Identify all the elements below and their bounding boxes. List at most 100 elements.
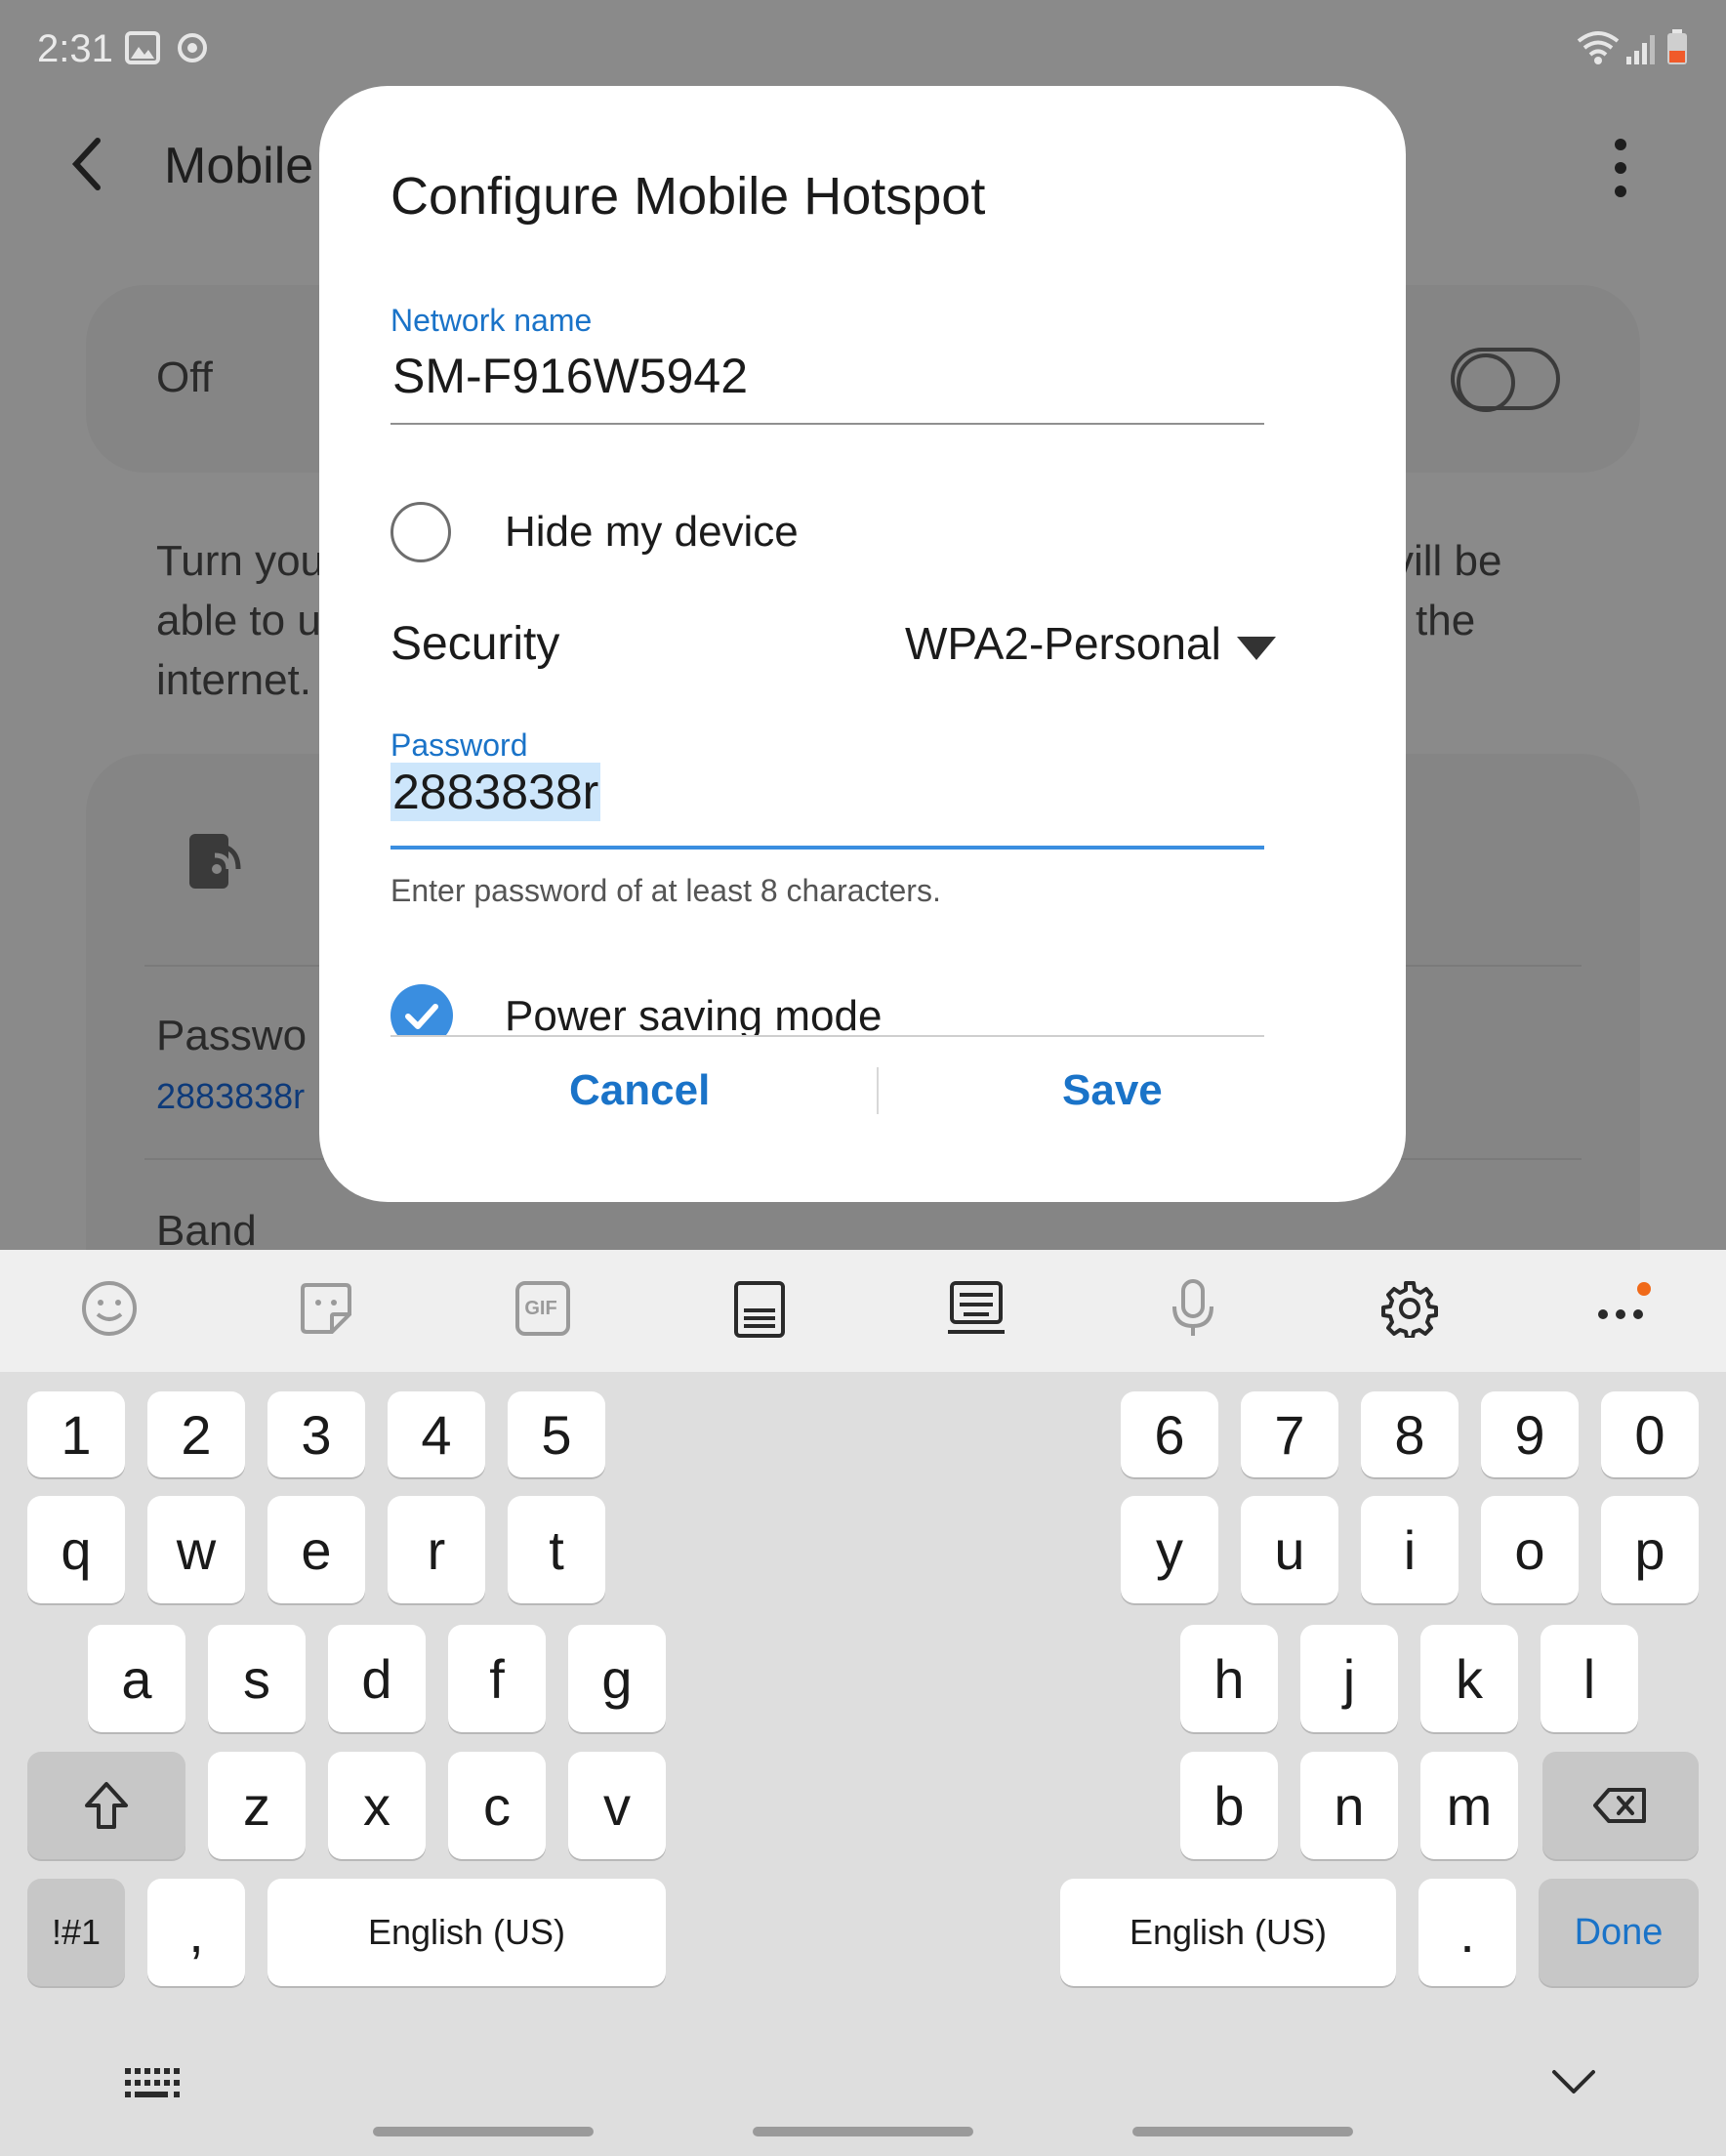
security-value: WPA2-Personal	[905, 618, 1221, 669]
wifi-icon	[1576, 29, 1621, 75]
key-z[interactable]: z	[208, 1752, 306, 1859]
nav-back-pill[interactable]	[1132, 2127, 1353, 2136]
status-time: 2:31	[37, 27, 113, 70]
configure-hotspot-dialog: Configure Mobile Hotspot Network name SM…	[319, 86, 1406, 1202]
key-i[interactable]: i	[1361, 1496, 1459, 1603]
key-n[interactable]: n	[1300, 1752, 1398, 1859]
key-a[interactable]: a	[88, 1625, 185, 1732]
settings-icon[interactable]	[1378, 1279, 1441, 1342]
description-line-2: able to u	[156, 597, 321, 644]
sticker-icon[interactable]	[295, 1279, 357, 1342]
dialog-title: Configure Mobile Hotspot	[390, 167, 986, 226]
description-right-2: the	[1416, 597, 1476, 644]
key-q[interactable]: q	[27, 1496, 125, 1603]
gif-label: GIF	[524, 1298, 557, 1319]
cancel-button[interactable]: Cancel	[569, 1066, 710, 1115]
password-underline	[390, 846, 1264, 850]
keyboard-toolbar: GIF	[0, 1250, 1726, 1372]
shift-key[interactable]	[27, 1752, 185, 1859]
key-x[interactable]: x	[328, 1752, 426, 1859]
keyboard-icon[interactable]	[945, 1279, 1007, 1342]
key-1[interactable]: 1	[27, 1391, 125, 1477]
key-p[interactable]: p	[1601, 1496, 1699, 1603]
security-label: Security	[390, 618, 560, 670]
hide-keyboard-icon[interactable]	[1550, 2068, 1597, 2102]
more-icon[interactable]	[1591, 1279, 1654, 1342]
scroll-fade	[319, 1035, 1406, 1123]
period-key[interactable]: .	[1418, 1879, 1516, 1986]
dropdown-arrow-icon	[1237, 637, 1276, 660]
key-9[interactable]: 9	[1481, 1391, 1579, 1477]
connected-device-icon	[185, 826, 246, 895]
key-e[interactable]: e	[267, 1496, 365, 1603]
key-h[interactable]: h	[1180, 1625, 1278, 1732]
symbols-key[interactable]: !#1	[27, 1879, 125, 1986]
description-line-3: internet.	[156, 656, 311, 704]
key-r[interactable]: r	[388, 1496, 485, 1603]
keyboard-layout-icon[interactable]	[123, 2066, 180, 2108]
backspace-icon	[1593, 1788, 1646, 1823]
keypad-icon[interactable]	[728, 1279, 791, 1342]
key-v[interactable]: v	[568, 1752, 666, 1859]
key-6[interactable]: 6	[1121, 1391, 1218, 1477]
key-u[interactable]: u	[1241, 1496, 1338, 1603]
done-key[interactable]: Done	[1539, 1879, 1699, 1986]
shift-icon	[85, 1782, 128, 1829]
key-c[interactable]: c	[448, 1752, 546, 1859]
key-8[interactable]: 8	[1361, 1391, 1459, 1477]
space-key-left[interactable]: English (US)	[267, 1879, 666, 1986]
key-s[interactable]: s	[208, 1625, 306, 1732]
nav-home-pill[interactable]	[753, 2127, 973, 2136]
page-title: Mobile	[164, 138, 314, 194]
emoji-icon[interactable]	[78, 1279, 141, 1342]
key-o[interactable]: o	[1481, 1496, 1579, 1603]
network-name-input[interactable]: SM-F916W5942	[392, 348, 1261, 404]
battery-icon	[1665, 29, 1689, 75]
key-2[interactable]: 2	[147, 1391, 245, 1477]
hotspot-toggle-switch[interactable]	[1451, 348, 1560, 412]
key-5[interactable]: 5	[508, 1391, 605, 1477]
key-w[interactable]: w	[147, 1496, 245, 1603]
password-label: Password	[390, 727, 528, 763]
sync-notification-icon	[176, 31, 209, 73]
gif-icon[interactable]: GIF	[512, 1279, 574, 1342]
more-options-icon[interactable]	[1613, 137, 1628, 204]
signal-icon	[1626, 33, 1656, 73]
key-g[interactable]: g	[568, 1625, 666, 1732]
comma-key[interactable]: ,	[147, 1879, 245, 1986]
key-b[interactable]: b	[1180, 1752, 1278, 1859]
backspace-key[interactable]	[1542, 1752, 1699, 1859]
bg-password-value: 2883838r	[156, 1076, 306, 1116]
key-l[interactable]: l	[1541, 1625, 1638, 1732]
space-key-right[interactable]: English (US)	[1060, 1879, 1396, 1986]
power-saving-row[interactable]: Power saving mode	[319, 965, 1406, 1123]
description-line-1: Turn you	[156, 537, 325, 585]
security-dropdown[interactable]: WPA2-Personal	[905, 613, 1276, 682]
bg-band-label: Band	[156, 1207, 257, 1255]
key-t[interactable]: t	[508, 1496, 605, 1603]
hide-device-label[interactable]: Hide my device	[505, 508, 799, 557]
bg-password-label: Passwo	[156, 1012, 308, 1059]
button-separator	[877, 1067, 879, 1114]
key-f[interactable]: f	[448, 1625, 546, 1732]
key-j[interactable]: j	[1300, 1625, 1398, 1732]
key-d[interactable]: d	[328, 1625, 426, 1732]
hide-device-radio[interactable]	[390, 502, 451, 562]
key-3[interactable]: 3	[267, 1391, 365, 1477]
hotspot-state-label: Off	[156, 353, 213, 401]
password-input[interactable]: 2883838r	[390, 763, 1264, 834]
save-button[interactable]: Save	[1062, 1066, 1163, 1115]
key-m[interactable]: m	[1420, 1752, 1518, 1859]
microphone-icon[interactable]	[1162, 1279, 1224, 1342]
key-y[interactable]: y	[1121, 1496, 1218, 1603]
status-bar: 2:31	[0, 0, 1726, 98]
password-hint: Enter password of at least 8 characters.	[390, 873, 941, 908]
key-k[interactable]: k	[1420, 1625, 1518, 1732]
key-0[interactable]: 0	[1601, 1391, 1699, 1477]
back-arrow-icon[interactable]	[68, 135, 103, 207]
key-7[interactable]: 7	[1241, 1391, 1338, 1477]
network-name-label: Network name	[390, 303, 593, 338]
content-divider	[390, 1035, 1264, 1037]
nav-recents-pill[interactable]	[373, 2127, 594, 2136]
key-4[interactable]: 4	[388, 1391, 485, 1477]
